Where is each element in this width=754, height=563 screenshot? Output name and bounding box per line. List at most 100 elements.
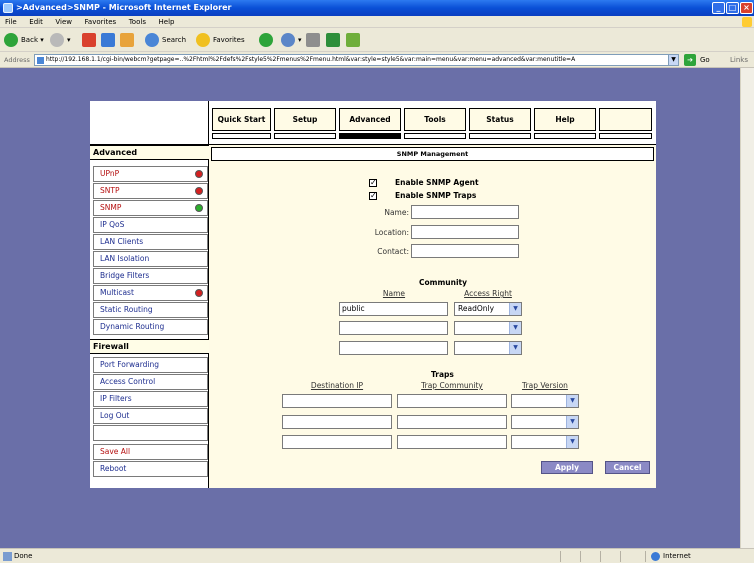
sidebar-item-dynamic-routing[interactable]: Dynamic Routing — [93, 319, 208, 335]
tab-status[interactable]: Status — [469, 108, 531, 131]
favorites-button[interactable]: Favorites — [196, 32, 245, 48]
trap-community-input[interactable] — [397, 435, 507, 449]
address-dropdown-button[interactable]: ▼ — [668, 54, 679, 66]
messenger-button[interactable] — [346, 32, 360, 48]
tab-tools[interactable]: Tools — [404, 108, 466, 131]
tab-blank — [599, 108, 652, 131]
sidebar-item-save-all[interactable]: Save All — [93, 444, 208, 460]
sidebar-item-lan-clients[interactable]: LAN Clients — [93, 234, 208, 250]
access-right-select[interactable]: ▼ — [454, 341, 522, 355]
vertical-scrollbar[interactable] — [740, 68, 754, 548]
stop-icon — [82, 33, 96, 47]
access-right-select[interactable]: ▼ — [454, 321, 522, 335]
address-label: Address — [4, 56, 30, 64]
chevron-down-icon: ▼ — [566, 395, 578, 407]
back-arrow-icon — [4, 33, 18, 47]
search-button[interactable]: Search — [145, 32, 186, 48]
enable-traps-checkbox[interactable]: ✓ — [369, 192, 377, 200]
minimize-button[interactable]: _ — [712, 2, 725, 14]
tab-advanced[interactable]: Advanced — [339, 108, 401, 131]
sidebar-item-lan-isolation[interactable]: LAN Isolation — [93, 251, 208, 267]
sidebar-spacer — [93, 425, 208, 441]
menu-view[interactable]: View — [50, 16, 77, 28]
maximize-button[interactable]: □ — [726, 2, 739, 14]
menu-file[interactable]: File — [0, 16, 22, 28]
tab-indicator — [404, 133, 466, 139]
print-button[interactable] — [306, 32, 320, 48]
community-name-input[interactable]: public — [339, 302, 448, 316]
trap-version-select[interactable]: ▼ — [511, 415, 579, 429]
sidebar-item-ip-qos[interactable]: IP QoS — [93, 217, 208, 233]
location-input[interactable] — [411, 225, 519, 239]
chevron-down-icon: ▼ — [509, 303, 521, 315]
trap-community-input[interactable] — [397, 394, 507, 408]
sidebar-item-reboot[interactable]: Reboot — [93, 461, 208, 477]
home-button[interactable] — [120, 32, 134, 48]
trap-community-input[interactable] — [397, 415, 507, 429]
status-divider — [580, 551, 581, 562]
close-button[interactable]: × — [740, 2, 753, 14]
tab-indicator — [212, 133, 271, 139]
community-name-input[interactable] — [339, 341, 448, 355]
back-button[interactable]: Back ▾ — [4, 32, 44, 48]
enable-agent-checkbox[interactable]: ✓ — [369, 179, 377, 187]
tab-setup[interactable]: Setup — [274, 108, 336, 131]
panel-title: SNMP Management — [211, 147, 654, 161]
status-bar: Done Internet — [0, 548, 754, 563]
tab-help[interactable]: Help — [534, 108, 596, 131]
contact-label: Contact: — [377, 247, 409, 256]
status-red-icon — [195, 170, 203, 178]
trap-ip-input[interactable] — [282, 394, 392, 408]
chevron-down-icon: ▼ — [566, 416, 578, 428]
sidebar-item-log-out[interactable]: Log Out — [93, 408, 208, 424]
address-input[interactable]: http://192.168.1.1/cgi-bin/webcm?getpage… — [34, 54, 669, 66]
sidebar-item-multicast[interactable]: Multicast — [93, 285, 208, 301]
apply-button[interactable]: Apply — [541, 461, 593, 474]
sidebar-item-port-forwarding[interactable]: Port Forwarding — [93, 357, 208, 373]
sidebar-item-access-control[interactable]: Access Control — [93, 374, 208, 390]
refresh-icon — [101, 33, 115, 47]
trap-ip-input[interactable] — [282, 435, 392, 449]
sidebar-item-ip-filters[interactable]: IP Filters — [93, 391, 208, 407]
tab-quick-start[interactable]: Quick Start — [212, 108, 271, 131]
community-title: Community — [419, 278, 468, 287]
contact-input[interactable] — [411, 244, 519, 258]
window-title-bar: >Advanced>SNMP - Microsoft Internet Expl… — [0, 0, 754, 16]
sidebar-item-bridge-filters[interactable]: Bridge Filters — [93, 268, 208, 284]
forward-button[interactable]: ▾ — [50, 32, 71, 48]
menu-edit[interactable]: Edit — [24, 16, 48, 28]
links-button[interactable]: Links — [730, 52, 748, 68]
refresh-button[interactable] — [101, 32, 115, 48]
menu-bar: File Edit View Favorites Tools Help — [0, 16, 754, 28]
mail-button[interactable]: ▾ — [281, 32, 302, 48]
snmp-panel: SNMP Management ✓ Enable SNMP Agent ✓ En… — [209, 145, 656, 488]
edit-button[interactable] — [326, 32, 340, 48]
trap-ip-input[interactable] — [282, 415, 392, 429]
windows-flag-icon — [742, 17, 752, 27]
sidebar-item-static-routing[interactable]: Static Routing — [93, 302, 208, 318]
menu-help[interactable]: Help — [154, 16, 180, 28]
logo-area — [90, 101, 209, 145]
go-button[interactable]: Go — [700, 52, 710, 68]
sidebar-item-upnp[interactable]: UPnP — [93, 166, 208, 182]
access-right-select[interactable]: ReadOnly ▼ — [454, 302, 522, 316]
page-done-icon — [3, 552, 12, 561]
sidebar-item-sntp[interactable]: SNTP — [93, 183, 208, 199]
community-name-input[interactable] — [339, 321, 448, 335]
trap-version-select[interactable]: ▼ — [511, 394, 579, 408]
status-divider — [645, 551, 646, 562]
stop-button[interactable] — [82, 32, 96, 48]
sidebar-item-snmp[interactable]: SNMP — [93, 200, 208, 216]
cancel-button[interactable]: Cancel — [605, 461, 650, 474]
security-zone: Internet — [651, 549, 691, 563]
go-arrow-icon[interactable]: ➔ — [684, 54, 696, 66]
trap-version-select[interactable]: ▼ — [511, 435, 579, 449]
trap-ip-header: Destination IP — [310, 381, 364, 390]
location-label: Location: — [374, 228, 409, 237]
tab-indicator — [469, 133, 531, 139]
history-button[interactable] — [259, 32, 276, 48]
name-input[interactable] — [411, 205, 519, 219]
tab-indicator-active — [339, 133, 401, 139]
menu-tools[interactable]: Tools — [124, 16, 151, 28]
menu-favorites[interactable]: Favorites — [80, 16, 122, 28]
